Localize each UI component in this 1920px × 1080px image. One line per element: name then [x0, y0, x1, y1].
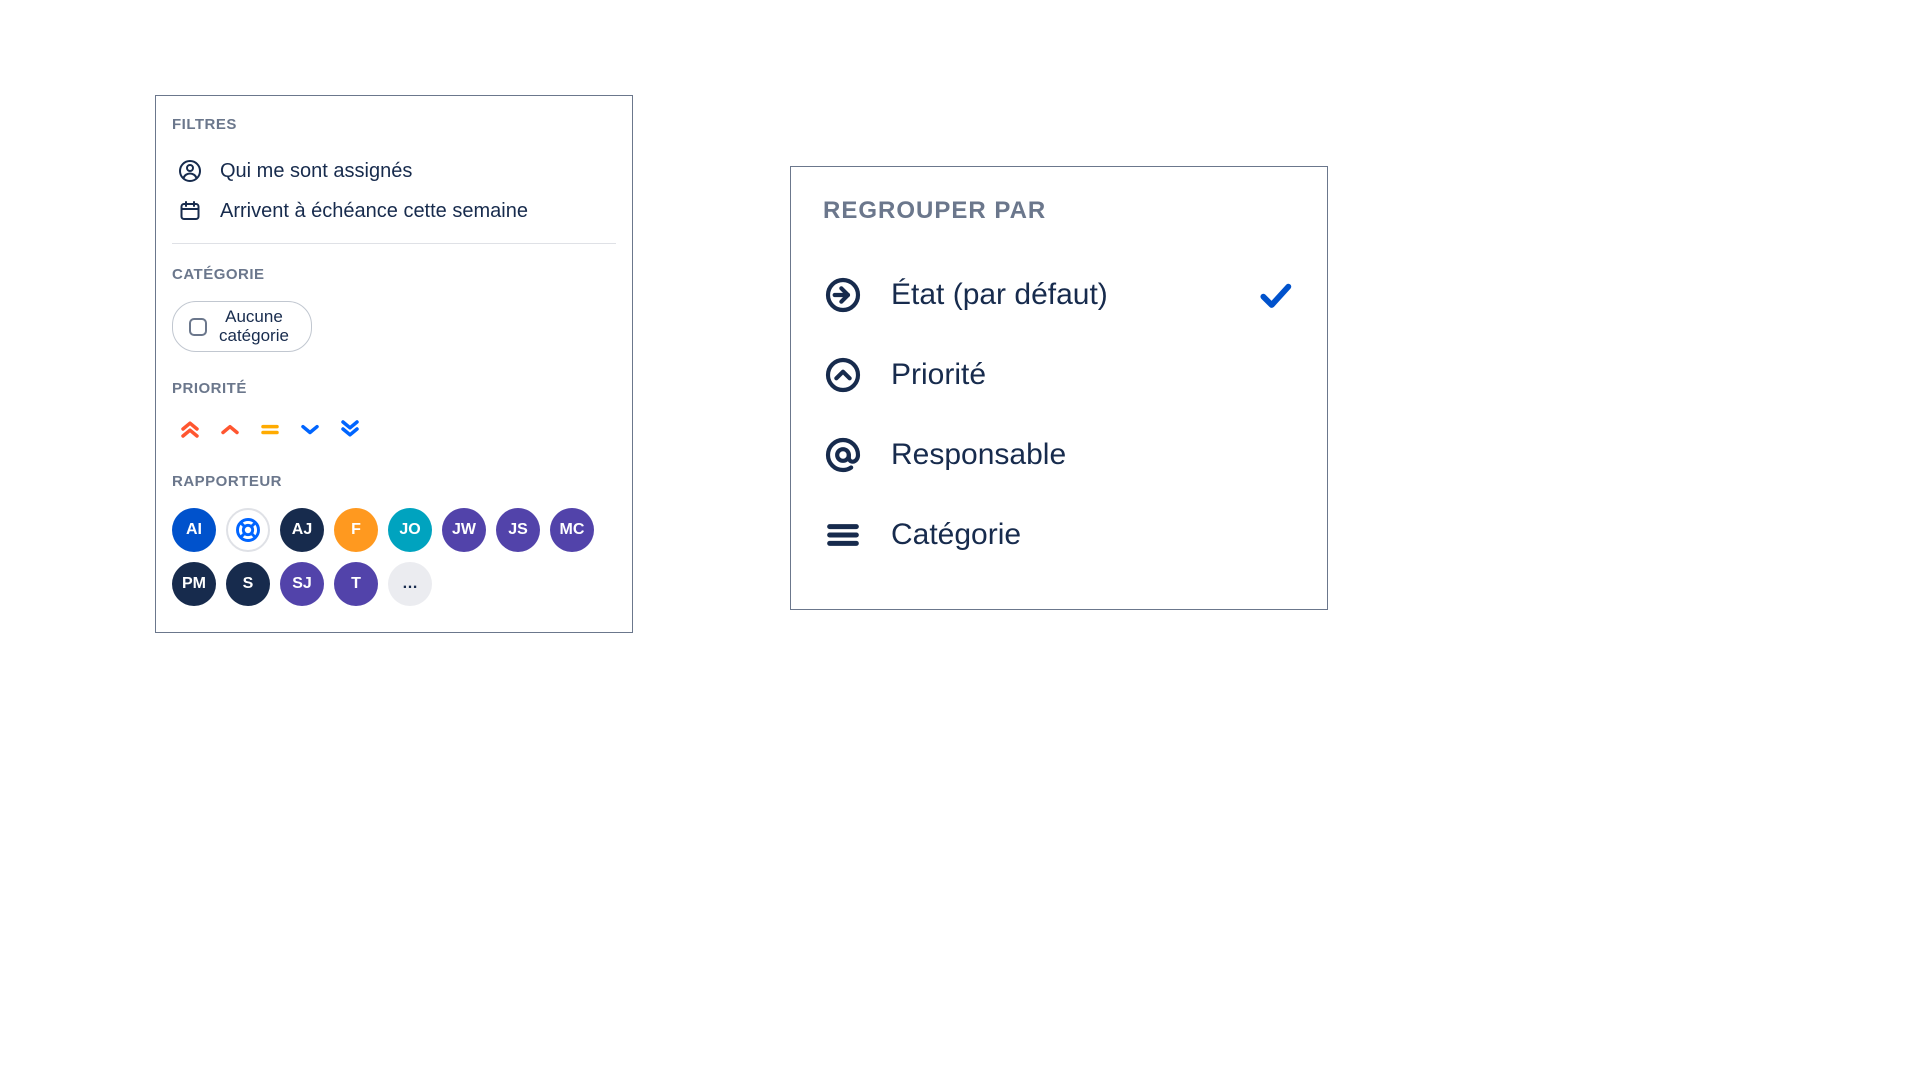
reporter-heading: RAPPORTEUR — [172, 473, 616, 490]
priority-heading: PRIORITÉ — [172, 380, 616, 397]
list-icon — [823, 515, 863, 555]
avatar[interactable]: MC — [550, 508, 594, 552]
group-by-panel: REGROUPER PAR État (par défaut) Priorité… — [790, 166, 1328, 610]
empty-square-icon — [189, 318, 207, 336]
avatar[interactable]: S — [226, 562, 270, 606]
filter-label: Arrivent à échéance cette semaine — [220, 200, 528, 223]
filter-assigned-to-me[interactable]: Qui me sont assignés — [172, 151, 616, 191]
filter-due-this-week[interactable]: Arrivent à échéance cette semaine — [172, 191, 616, 231]
group-label: Catégorie — [891, 518, 1295, 552]
priority-row — [172, 415, 616, 443]
category-section: CATÉGORIE Aucune catégorie — [172, 266, 616, 352]
group-by-heading: REGROUPER PAR — [823, 197, 1295, 225]
avatar-row: AI AJFJOJWJSMC PMSSJT… — [172, 508, 612, 606]
check-icon — [1255, 275, 1295, 315]
avatar[interactable]: JW — [442, 508, 486, 552]
priority-low-icon[interactable] — [296, 415, 324, 443]
group-label: État (par défaut) — [891, 278, 1227, 312]
group-item-priority[interactable]: Priorité — [823, 335, 1295, 415]
lifebuoy-icon — [234, 516, 262, 544]
category-heading: CATÉGORIE — [172, 266, 616, 283]
priority-circle-icon — [823, 355, 863, 395]
avatar[interactable]: F — [334, 508, 378, 552]
avatar-icon[interactable] — [226, 508, 270, 552]
group-label: Priorité — [891, 358, 1295, 392]
group-item-status[interactable]: État (par défaut) — [823, 255, 1295, 335]
priority-high-icon[interactable] — [216, 415, 244, 443]
avatar[interactable]: JS — [496, 508, 540, 552]
avatar[interactable]: T — [334, 562, 378, 606]
priority-lowest-icon[interactable] — [336, 415, 364, 443]
filters-heading: FILTRES — [172, 116, 616, 133]
reporter-section: RAPPORTEUR AI AJFJOJWJSMC PMSSJT… — [172, 473, 616, 606]
avatar[interactable]: AI — [172, 508, 216, 552]
avatar[interactable]: JO — [388, 508, 432, 552]
group-label: Responsable — [891, 438, 1295, 472]
priority-section: PRIORITÉ — [172, 380, 616, 443]
at-icon — [823, 435, 863, 475]
group-item-assignee[interactable]: Responsable — [823, 415, 1295, 495]
avatar[interactable]: SJ — [280, 562, 324, 606]
avatar-more[interactable]: … — [388, 562, 432, 606]
priority-highest-icon[interactable] — [176, 415, 204, 443]
group-item-category[interactable]: Catégorie — [823, 495, 1295, 575]
divider — [172, 243, 616, 244]
filter-label: Qui me sont assignés — [220, 160, 412, 183]
person-icon — [178, 159, 202, 183]
category-chip-label: Aucune catégorie — [219, 308, 289, 345]
priority-medium-icon[interactable] — [256, 415, 284, 443]
avatar[interactable]: AJ — [280, 508, 324, 552]
category-chip-none[interactable]: Aucune catégorie — [172, 301, 312, 352]
calendar-icon — [178, 199, 202, 223]
avatar[interactable]: PM — [172, 562, 216, 606]
filters-panel: FILTRES Qui me sont assignés Arrivent à … — [155, 95, 633, 633]
status-icon — [823, 275, 863, 315]
